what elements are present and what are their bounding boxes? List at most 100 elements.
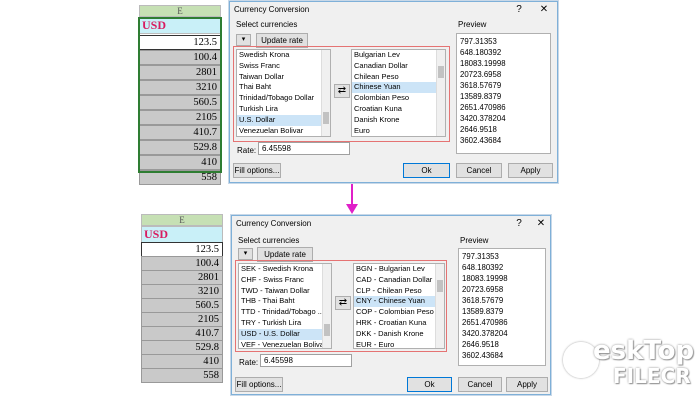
source-currency-list[interactable]: SEK - Swedish Krona CHF - Swiss Franc TW… — [238, 263, 332, 349]
update-rate-button[interactable]: Update rate — [256, 33, 308, 48]
list-item[interactable]: VEF - Venezuelan Bolivar — [239, 340, 331, 348]
list-item[interactable]: Bulgarian Lev — [352, 50, 445, 61]
table-cell[interactable]: 410.7 — [139, 125, 221, 140]
list-item[interactable]: Swiss Franc — [237, 61, 330, 72]
preview-label: Preview — [458, 20, 487, 29]
list-item[interactable]: TWD - Taiwan Dollar — [239, 286, 331, 297]
apply-button[interactable]: Apply — [506, 377, 548, 392]
scrollbar[interactable] — [436, 50, 445, 136]
close-button[interactable]: ✕ — [534, 216, 548, 232]
ok-button[interactable]: Ok — [403, 163, 450, 178]
list-item[interactable]: Trinidad/Tobago Dollar — [237, 93, 330, 104]
table-cell[interactable]: 2105 — [139, 110, 221, 125]
preview-value: 3420.378204 — [462, 329, 508, 338]
table-cell[interactable]: 3210 — [141, 284, 223, 299]
rate-label: Rate: — [239, 358, 259, 367]
list-item[interactable]: TRY - Turkish Lira — [239, 318, 331, 329]
list-item[interactable]: HRK - Croatian Kuna — [354, 318, 444, 329]
preview-value: 18083.19998 — [460, 59, 506, 68]
list-item[interactable]: TTD - Trinidad/Tobago ... — [239, 307, 331, 318]
list-item[interactable]: DKK - Danish Krone — [354, 329, 444, 340]
table-cell[interactable]: 100.4 — [139, 50, 221, 65]
preview-value: 2651.470986 — [462, 318, 508, 327]
target-currency-list[interactable]: BGN - Bulgarian Lev CAD - Canadian Dolla… — [353, 263, 445, 349]
list-item[interactable]: Euro — [352, 126, 445, 136]
list-item[interactable]: Canadian Dollar — [352, 61, 445, 72]
fill-options-button[interactable]: Fill options... — [235, 377, 283, 392]
table-cell[interactable]: 2105 — [141, 312, 223, 327]
list-item[interactable]: SEK - Swedish Krona — [239, 264, 331, 275]
rate-input[interactable]: 6.45598 — [260, 354, 352, 367]
table-cell[interactable]: 2801 — [139, 65, 221, 80]
table-cell[interactable]: 123.5 — [141, 242, 223, 257]
cancel-button[interactable]: Cancel — [456, 163, 502, 178]
table-cell[interactable]: 410 — [139, 155, 221, 170]
table-cell[interactable]: 529.8 — [139, 140, 221, 155]
preview-box: 797.31353 648.180392 18083.19998 20723.6… — [456, 33, 551, 154]
currency-dialog-top: Currency Conversion ? ✕ Select currencie… — [229, 1, 558, 183]
list-item[interactable]: Chilean Peso — [352, 72, 445, 83]
list-item-selected[interactable]: CNY - Chinese Yuan — [354, 296, 444, 308]
source-currency-list[interactable]: Swedish Krona Swiss Franc Taiwan Dollar … — [236, 49, 331, 137]
watermark-text-line2: FILECR — [613, 364, 691, 388]
list-item-selected[interactable]: USD - U.S. Dollar — [239, 328, 331, 340]
list-item[interactable]: CHF - Swiss Franc — [239, 275, 331, 286]
swap-icon[interactable]: ⇄ — [335, 296, 351, 310]
help-button[interactable]: ? — [512, 2, 526, 18]
help-button[interactable]: ? — [512, 216, 526, 232]
target-currency-list[interactable]: Bulgarian Lev Canadian Dollar Chilean Pe… — [351, 49, 446, 137]
close-button[interactable]: ✕ — [537, 2, 551, 18]
list-item[interactable]: THB - Thai Baht — [239, 296, 331, 307]
down-arrow-icon — [346, 184, 358, 214]
list-item[interactable]: COP - Colombian Peso — [354, 307, 444, 318]
update-rate-button[interactable]: Update rate — [257, 247, 313, 262]
scrollbar[interactable] — [322, 264, 331, 348]
column-header-e[interactable]: E — [139, 5, 221, 17]
table-cell[interactable]: 3210 — [139, 80, 221, 95]
select-currencies-label: Select currencies — [236, 20, 298, 29]
swap-icon[interactable]: ⇄ — [334, 84, 350, 98]
list-item[interactable]: BGN - Bulgarian Lev — [354, 264, 444, 275]
list-item[interactable]: Croatian Kuna — [352, 104, 445, 115]
cancel-button[interactable]: Cancel — [458, 377, 502, 392]
table-cell[interactable]: 410 — [141, 354, 223, 369]
rate-label: Rate: — [237, 146, 257, 155]
select-currencies-label: Select currencies — [238, 236, 300, 245]
list-item[interactable]: Thai Baht — [237, 82, 330, 93]
usd-header-cell[interactable]: USD — [141, 226, 223, 243]
table-cell[interactable]: 123.5 — [139, 35, 221, 50]
table-cell[interactable]: 560.5 — [139, 95, 221, 110]
list-item[interactable]: EUR - Euro — [354, 340, 444, 348]
ok-button[interactable]: Ok — [407, 377, 452, 392]
table-cell[interactable]: 410.7 — [141, 326, 223, 341]
list-item[interactable]: Swedish Krona — [237, 50, 330, 61]
scrollbar[interactable] — [321, 50, 330, 136]
preview-value: 3602.43684 — [462, 351, 504, 360]
table-cell[interactable]: 529.8 — [141, 340, 223, 355]
chevron-down-icon[interactable]: ▾ — [236, 34, 251, 46]
table-cell[interactable]: 560.5 — [141, 298, 223, 313]
list-item[interactable]: Venezuelan Bolivar — [237, 126, 330, 136]
rate-input[interactable]: 6.45598 — [258, 142, 350, 155]
list-item-selected[interactable]: U.S. Dollar — [237, 114, 330, 126]
list-item[interactable]: Danish Krone — [352, 115, 445, 126]
dialog-title: Currency Conversion — [236, 219, 312, 228]
usd-header-cell[interactable]: USD — [139, 17, 221, 34]
preview-value: 13589.8379 — [462, 307, 504, 316]
scrollbar[interactable] — [435, 264, 444, 348]
list-item[interactable]: CAD - Canadian Dollar — [354, 275, 444, 286]
list-item-selected[interactable]: Chinese Yuan — [352, 82, 445, 94]
table-cell[interactable]: 100.4 — [141, 256, 223, 271]
list-item[interactable]: Colombian Peso — [352, 93, 445, 104]
list-item[interactable]: Turkish Lira — [237, 104, 330, 115]
apply-button[interactable]: Apply — [508, 163, 553, 178]
dialog-title: Currency Conversion — [234, 5, 310, 14]
column-header-e[interactable]: E — [141, 214, 223, 226]
fill-options-button[interactable]: Fill options... — [233, 163, 281, 178]
list-item[interactable]: Taiwan Dollar — [237, 72, 330, 83]
chevron-down-icon[interactable]: ▾ — [238, 248, 253, 260]
table-cell[interactable]: 2801 — [141, 270, 223, 285]
table-cell[interactable]: 558 — [141, 368, 223, 383]
list-item[interactable]: CLP - Chilean Peso — [354, 286, 444, 297]
table-cell[interactable]: 558 — [139, 170, 221, 185]
